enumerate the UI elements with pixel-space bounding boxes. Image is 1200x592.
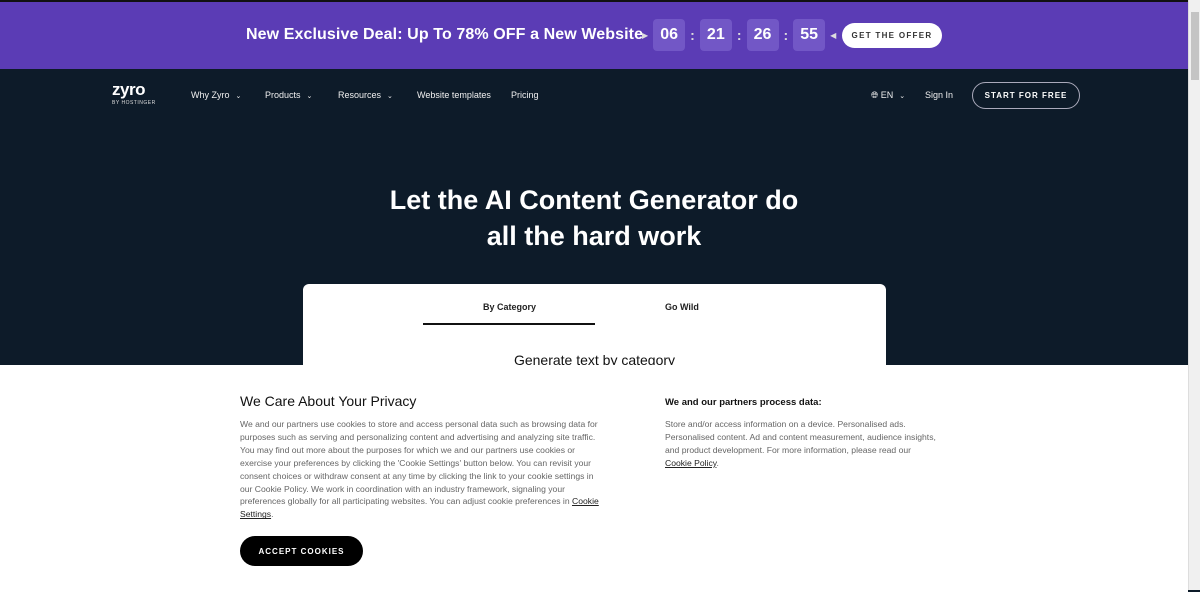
partners-text: Store and/or access information on a dev… — [665, 419, 936, 455]
timer-days: 06 — [653, 19, 686, 51]
nav-products[interactable]: Products ⌄ — [265, 90, 312, 100]
hero-line: all the hard work — [486, 221, 702, 251]
logo-sub: BY HOSTINGER — [112, 100, 156, 106]
chevron-down-icon: ⌄ — [899, 93, 906, 100]
chevron-down-icon: ⌄ — [235, 93, 242, 100]
page: New Exclusive Deal: Up To 78% OFF a New … — [0, 0, 1188, 592]
colon: : — [690, 27, 695, 43]
cookie-title: We Care About Your Privacy — [240, 393, 417, 409]
lang-label: EN — [880, 90, 894, 100]
timer-hours: 21 — [699, 19, 732, 51]
nav-website-templates[interactable]: Website templates — [417, 90, 491, 100]
nav-pricing[interactable]: Pricing — [511, 90, 539, 100]
nav-label: Why Zyro — [191, 90, 230, 100]
nav-label: Products — [265, 90, 301, 100]
timer-minutes: 26 — [746, 19, 779, 51]
start-for-free-button[interactable]: START FOR FREE — [972, 82, 1080, 109]
hero-line: Let the AI Content Generator do — [389, 185, 799, 215]
partners-body: Store and/or access information on a dev… — [665, 419, 936, 468]
language-selector[interactable]: 🌐︎ EN ⌄ — [871, 90, 905, 101]
cookie-banner: We Care About Your Privacy We and our pa… — [0, 365, 1188, 592]
active-tab-indicator — [423, 323, 595, 325]
generator-card: By Category Go Wild Generate text by cat… — [303, 284, 886, 374]
globe-icon: 🌐︎ — [871, 90, 879, 100]
countdown-timer: ▶ 06: 21: 26: 55 ◀ — [642, 19, 836, 51]
triangle-left-icon: ◀ — [830, 30, 837, 40]
scrollbar-thumb[interactable] — [1191, 12, 1199, 80]
nav-label: Resources — [338, 90, 382, 100]
timer-seconds: 55 — [793, 19, 826, 51]
main-nav: zyro BY HOSTINGER Why Zyro ⌄ Products ⌄ Res… — [0, 69, 1188, 121]
cookie-policy-link[interactable]: Cookie Policy — [665, 458, 716, 468]
sign-in-link[interactable]: Sign In — [925, 90, 953, 100]
cookie-body: We and our partners use cookies to store… — [240, 419, 599, 520]
get-offer-button[interactable]: GET THE OFFER — [842, 23, 942, 48]
nav-why-zyro[interactable]: Why Zyro ⌄ — [191, 90, 241, 100]
chevron-down-icon: ⌄ — [306, 93, 313, 100]
tab-go-wild[interactable]: Go Wild — [665, 302, 699, 312]
hero-title: Let the AI Content Generator do all the h… — [0, 182, 1188, 254]
chevron-down-icon: ⌄ — [387, 93, 393, 100]
partners-title: We and our partners process data: — [665, 397, 822, 408]
logo-text: zyro — [112, 80, 145, 99]
cookie-text: We and our partners use cookies to store… — [240, 419, 598, 507]
scrollbar[interactable] — [1188, 0, 1200, 590]
nav-resources[interactable]: Resources ⌄ — [338, 90, 393, 100]
promo-banner: New Exclusive Deal: Up To 78% OFF a New … — [0, 2, 1188, 69]
zyro-logo[interactable]: zyro BY HOSTINGER — [112, 80, 156, 106]
accept-cookies-button[interactable]: ACCEPT COOKIES — [240, 536, 363, 566]
colon: : — [736, 27, 742, 43]
colon: : — [783, 27, 789, 43]
triangle-right-icon: ▶ — [642, 30, 649, 40]
tab-by-category[interactable]: By Category — [483, 302, 536, 312]
promo-text: New Exclusive Deal: Up To 78% OFF a New … — [246, 26, 644, 43]
